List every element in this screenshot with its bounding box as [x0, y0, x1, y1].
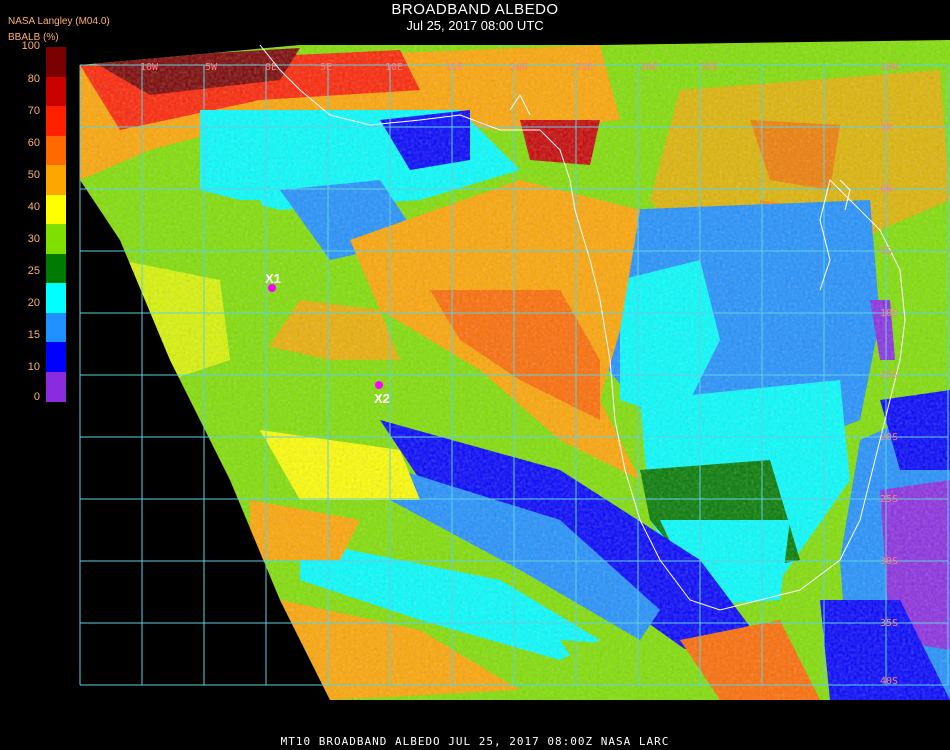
latitude-label: 5N	[880, 122, 892, 133]
longitude-label: 20E	[510, 62, 528, 73]
longitude-label: 30E	[640, 62, 658, 73]
longitude-label: 35E	[700, 62, 718, 73]
marker-x2-dot	[375, 381, 383, 389]
longitude-label: 5W	[205, 62, 218, 73]
latitude-label: 5S	[880, 246, 892, 257]
latitude-label: 0N	[880, 184, 892, 195]
latitude-label: 35S	[880, 618, 898, 629]
latitude-label: 10N	[880, 62, 898, 73]
latitude-label: 40S	[880, 676, 898, 687]
longitude-label: 10W	[140, 62, 159, 73]
footer-caption: MT10 BROADBAND ALBEDO JUL 25, 2017 08:00…	[280, 735, 670, 748]
longitude-label: 10E	[385, 62, 403, 73]
longitude-label: 25E	[575, 62, 593, 73]
latitude-label: 20S	[880, 432, 898, 443]
latitude-label: 30S	[880, 556, 898, 567]
latitude-label: 15S	[880, 370, 898, 381]
longitude-label: 15E	[445, 62, 463, 73]
latitude-label: 10S	[880, 308, 898, 319]
latitude-label: 25S	[880, 494, 898, 505]
marker-x1-label: X1	[265, 271, 281, 286]
longitude-label: 0E	[265, 62, 277, 73]
albedo-map: X1 X2 10W 5W 0E 5E 10E 15E 20E 25E 30E 35E 10N 5N 0…	[79, 40, 950, 700]
marker-x2-label: X2	[374, 391, 390, 406]
longitude-label: 5E	[320, 62, 332, 73]
